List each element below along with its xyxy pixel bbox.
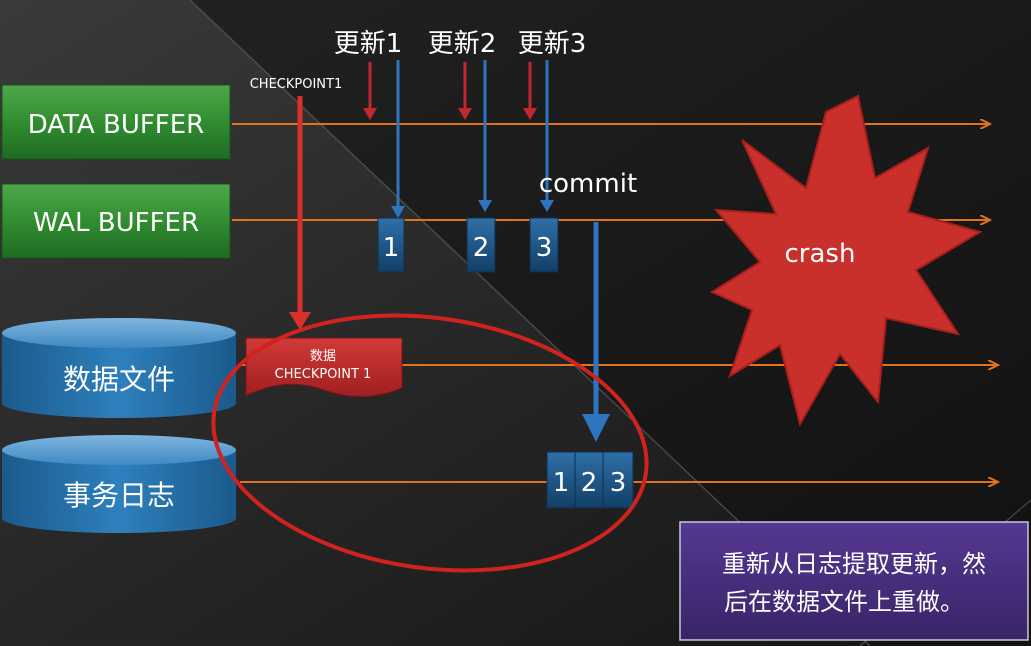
recovery-note-line2: 后在数据文件上重做。	[724, 588, 964, 616]
wal-buffer-label: WAL BUFFER	[33, 208, 199, 238]
update-1-label: 更新1	[334, 29, 403, 59]
checkpoint-label: CHECKPOINT1	[250, 77, 343, 92]
diagram-svg: DATA BUFFER WAL BUFFER 数据文件 事务日志 更新1 更新2…	[0, 0, 1031, 646]
transaction-log-label: 事务日志	[63, 479, 175, 512]
wal-buffer-box: WAL BUFFER	[1, 183, 231, 259]
crash-label: crash	[785, 239, 856, 269]
log-record-3: 3	[602, 451, 634, 509]
wal-record-3-label: 3	[536, 233, 553, 263]
wal-record-2-label: 2	[473, 233, 490, 263]
commit-label: commit	[539, 169, 637, 199]
wal-record-2: 2	[466, 217, 496, 273]
data-buffer-label: DATA BUFFER	[28, 110, 205, 140]
wal-record-3: 3	[529, 217, 559, 273]
data-file-cylinder: 数据文件	[2, 318, 236, 418]
recovery-note-box: 重新从日志提取更新，然 后在数据文件上重做。	[679, 521, 1029, 641]
update-2-label: 更新2	[428, 29, 497, 59]
transaction-log-cylinder: 事务日志	[2, 435, 236, 533]
log-record-2-label: 2	[581, 468, 598, 498]
recovery-note-line1: 重新从日志提取更新，然	[722, 550, 986, 578]
log-record-3-label: 3	[610, 468, 627, 498]
log-record-1: 1	[546, 451, 576, 509]
data-tag-line2: CHECKPOINT 1	[275, 367, 372, 382]
data-buffer-box: DATA BUFFER	[1, 84, 231, 160]
wal-record-1: 1	[377, 217, 405, 273]
data-tag-line1: 数据	[310, 349, 336, 364]
data-file-label: 数据文件	[63, 363, 175, 396]
diagram-canvas: DATA BUFFER WAL BUFFER 数据文件 事务日志 更新1 更新2…	[0, 0, 1031, 646]
log-record-1-label: 1	[553, 468, 570, 498]
wal-record-1-label: 1	[383, 233, 400, 263]
log-record-2: 2	[574, 451, 604, 509]
update-3-label: 更新3	[518, 29, 587, 59]
